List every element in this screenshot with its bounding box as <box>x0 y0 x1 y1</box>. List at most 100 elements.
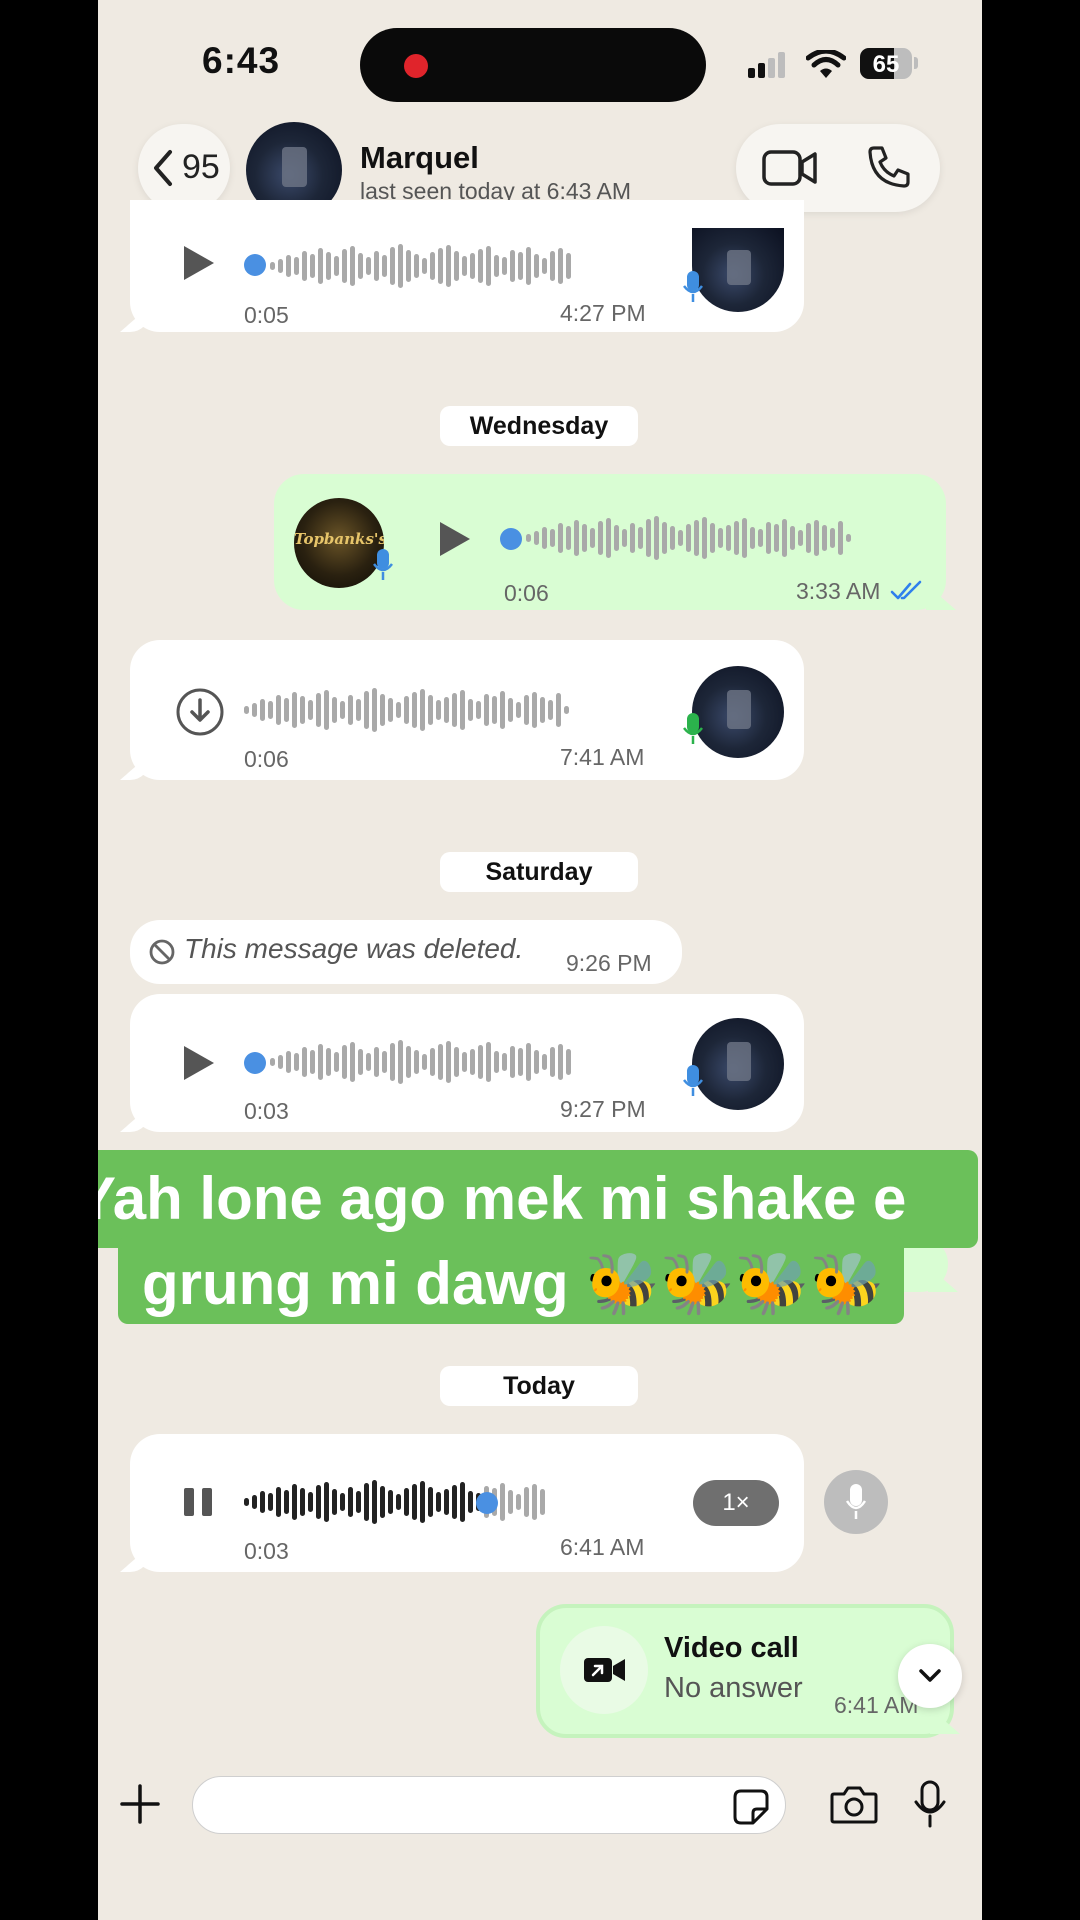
waveform-bar <box>524 695 529 725</box>
waveform-bar <box>412 1484 417 1520</box>
waveform-bar <box>702 517 707 559</box>
bubble-tail <box>926 584 956 610</box>
waveform-bar <box>830 528 835 548</box>
waveform-bar <box>470 253 475 279</box>
waveform-bar <box>516 702 521 718</box>
microphone-icon[interactable] <box>914 1780 946 1828</box>
waveform-bar <box>582 524 587 552</box>
waveform-bar <box>260 1491 265 1513</box>
waveform-bar <box>462 1052 467 1072</box>
scroll-to-bottom-button[interactable] <box>898 1644 962 1708</box>
pause-icon[interactable] <box>182 1486 214 1518</box>
message-time: 4:27 PM <box>560 300 646 326</box>
playhead-dot[interactable] <box>500 528 522 550</box>
waveform-bar <box>326 1048 331 1076</box>
video-call-icon[interactable] <box>762 148 818 188</box>
phone-icon[interactable] <box>866 144 912 190</box>
waveform-bar <box>532 1484 537 1520</box>
waveform-bar <box>526 247 531 285</box>
waveform-bar <box>470 1049 475 1075</box>
waveform-bar <box>566 253 571 279</box>
voice-message-incoming[interactable]: 0:05 4:27 PM <box>120 200 804 332</box>
battery-icon: 65 <box>860 48 912 79</box>
voice-message-incoming[interactable]: 0:06 7:41 AM <box>120 640 804 780</box>
waveform-bar <box>478 249 483 283</box>
dynamic-island <box>360 28 706 102</box>
deleted-message[interactable]: This message was deleted. 9:26 PM <box>130 920 682 984</box>
voice-duration: 0:05 <box>244 302 289 328</box>
download-icon[interactable] <box>174 686 226 738</box>
waveform[interactable] <box>244 1480 545 1524</box>
caption-line2-text: grung mi dawg 🐝🐝🐝🐝 <box>142 1250 885 1317</box>
message-time: 7:41 AM <box>560 744 645 770</box>
waveform-bar <box>478 1045 483 1079</box>
waveform-bar <box>268 701 273 719</box>
video-call-outgoing-icon <box>584 1658 625 1682</box>
waveform-bar <box>396 702 401 718</box>
waveform-bar <box>524 1487 529 1517</box>
waveform-bar <box>654 516 659 560</box>
playhead-dot[interactable] <box>476 1492 498 1514</box>
back-button[interactable]: 95 <box>138 124 230 212</box>
waveform-bar <box>598 521 603 555</box>
waveform-bar <box>452 1485 457 1519</box>
waveform-bar <box>838 521 843 555</box>
missed-video-call-message[interactable]: Video call No answer 6:41 AM <box>536 1604 960 1738</box>
waveform-bar <box>516 1494 521 1510</box>
play-icon[interactable] <box>438 520 472 558</box>
waveform-bar <box>486 246 491 286</box>
message-time: 9:26 PM <box>566 950 652 976</box>
chevron-left-icon <box>154 150 172 186</box>
waveform-bar <box>540 1489 545 1515</box>
waveform-bar <box>372 1480 377 1524</box>
waveform-bar <box>390 247 395 285</box>
waveform-bar <box>294 257 299 275</box>
waveform[interactable] <box>270 244 571 288</box>
waveform-bar <box>476 701 481 719</box>
waveform-bar <box>574 520 579 556</box>
waveform-bar <box>348 1487 353 1517</box>
play-icon[interactable] <box>182 1044 216 1082</box>
waveform-bar <box>502 1053 507 1071</box>
bubble-tail <box>120 754 150 780</box>
camera-icon[interactable] <box>830 1784 878 1824</box>
voice-message-incoming[interactable]: 0:03 9:27 PM <box>120 994 804 1132</box>
bubble-tail <box>120 1106 150 1132</box>
contact-name[interactable]: Marquel <box>360 140 479 176</box>
bubble-tail <box>928 1266 958 1292</box>
waveform-bar <box>316 1485 321 1519</box>
message-input[interactable] <box>192 1776 786 1834</box>
waveform[interactable] <box>270 1040 571 1084</box>
waveform-bar <box>556 693 561 727</box>
waveform-bar <box>430 252 435 280</box>
playhead-dot[interactable] <box>244 254 266 276</box>
waveform[interactable] <box>244 688 569 732</box>
voice-message-outgoing[interactable]: Topbanks's 0:06 3:33 AM <box>274 474 956 610</box>
wifi-icon <box>806 50 846 78</box>
waveform-bar <box>430 1048 435 1076</box>
waveform-bar <box>302 251 307 281</box>
waveform-bar <box>460 1482 465 1522</box>
waveform-bar <box>548 700 553 720</box>
playhead-dot[interactable] <box>244 1052 266 1074</box>
waveform-bar <box>382 1051 387 1073</box>
waveform[interactable] <box>526 516 851 560</box>
sticker-icon[interactable] <box>733 1789 769 1825</box>
waveform-bar <box>318 1044 323 1080</box>
record-reply-button[interactable] <box>824 1470 888 1534</box>
waveform-bar <box>244 706 249 714</box>
waveform-bar <box>500 1483 505 1521</box>
waveform-bar <box>502 257 507 275</box>
waveform-bar <box>542 527 547 549</box>
waveform-bar <box>526 534 531 542</box>
playback-speed-button[interactable]: 1× <box>693 1480 779 1526</box>
play-icon[interactable] <box>182 244 216 282</box>
waveform-bar <box>510 1046 515 1078</box>
waveform-bar <box>508 1490 513 1514</box>
plus-icon[interactable] <box>120 1784 160 1824</box>
waveform-bar <box>310 254 315 278</box>
waveform-bar <box>798 530 803 546</box>
waveform-bar <box>742 518 747 558</box>
waveform-bar <box>444 1489 449 1515</box>
waveform-bar <box>534 1050 539 1074</box>
